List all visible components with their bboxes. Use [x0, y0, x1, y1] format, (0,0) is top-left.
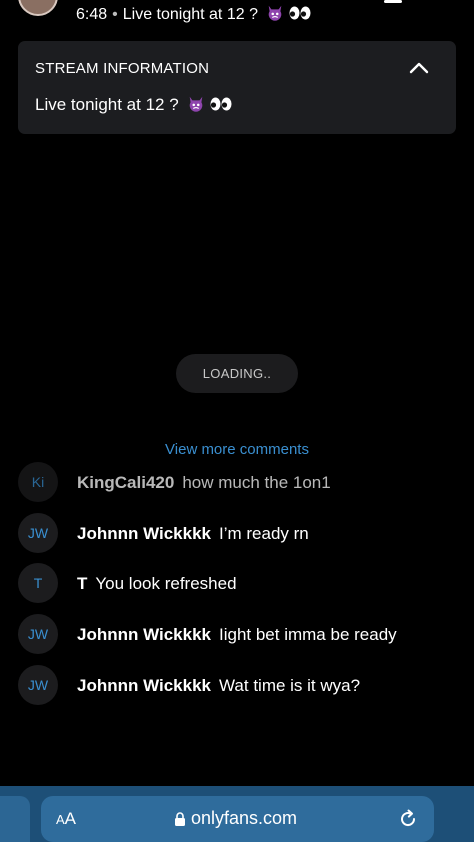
url-text[interactable]: onlyfans.com	[191, 808, 297, 829]
devil-emoji-icon	[190, 96, 203, 112]
comment-text: Wat time is it wya?	[219, 676, 361, 695]
commenter-avatar[interactable]: JW	[18, 665, 58, 705]
header-stream-title: Live tonight at 12 ?	[122, 6, 258, 23]
lock-icon	[175, 812, 185, 826]
live-stream-page: 6:48 • Live tonight at 12 ? STREAM INFORMA…	[0, 0, 474, 842]
eyes-emoji-icon	[289, 6, 311, 20]
commenter-name[interactable]: Johnnn Wickkkk	[77, 524, 211, 543]
address-bar[interactable]: AA onlyfans.com	[41, 796, 434, 842]
comment-item: Ki KingCali420 how much the 1on1	[18, 462, 458, 502]
stream-header: 6:48 • Live tonight at 12 ?	[0, 0, 474, 34]
header-line: 6:48 • Live tonight at 12 ?	[76, 4, 311, 24]
previous-tab-edge[interactable]	[0, 796, 30, 842]
comment-line: Johnnn Wickkkk I’m ready rn	[77, 524, 309, 544]
comment-line: T You look refreshed	[77, 574, 237, 594]
menu-icon[interactable]	[384, 0, 402, 3]
browser-toolbar: AA onlyfans.com	[0, 786, 474, 842]
stream-information-title: STREAM INFORMATION	[35, 60, 210, 77]
comment-item: JW Johnnn Wickkkk Wat time is it wya?	[18, 665, 458, 705]
comment-line: KingCali420 how much the 1on1	[77, 473, 331, 493]
comment-text: I’m ready rn	[219, 524, 309, 543]
comment-item: JW Johnnn Wickkkk I’m ready rn	[18, 513, 458, 553]
comment-line: Johnnn Wickkkk Wat time is it wya?	[77, 676, 360, 696]
eyes-emoji-icon	[210, 97, 232, 111]
commenter-avatar[interactable]: Ki	[18, 462, 58, 502]
commenter-avatar[interactable]: JW	[18, 614, 58, 654]
header-time: 6:48	[76, 6, 108, 23]
stream-information-card: STREAM INFORMATION Live tonight at 12 ?	[18, 41, 456, 134]
reload-icon[interactable]	[398, 809, 418, 829]
comment-text: how much the 1on1	[182, 473, 331, 492]
loading-indicator: LOADING..	[176, 354, 298, 393]
view-more-comments-link[interactable]: View more comments	[0, 441, 474, 458]
commenter-avatar[interactable]: JW	[18, 513, 58, 553]
commenter-name[interactable]: T	[77, 574, 87, 593]
comment-text: You look refreshed	[95, 574, 237, 593]
commenter-avatar[interactable]: T	[18, 563, 58, 603]
commenter-name[interactable]: Johnnn Wickkkk	[77, 676, 211, 695]
text-size-button[interactable]: AA	[56, 809, 76, 829]
stream-description: Live tonight at 12 ?	[35, 95, 179, 114]
commenter-name[interactable]: KingCali420	[77, 473, 174, 492]
creator-avatar[interactable]	[18, 0, 58, 16]
stream-information-text: Live tonight at 12 ?	[35, 95, 232, 115]
chevron-up-icon[interactable]	[408, 59, 430, 75]
commenter-name[interactable]: Johnnn Wickkkk	[77, 625, 211, 644]
comment-line: Johnnn Wickkkk Iight bet imma be ready	[77, 625, 397, 645]
devil-emoji-icon	[269, 5, 282, 21]
comment-item: T T You look refreshed	[18, 563, 458, 603]
comment-text: Iight bet imma be ready	[219, 625, 397, 644]
comment-item: JW Johnnn Wickkkk Iight bet imma be ready	[18, 614, 458, 654]
header-separator: •	[112, 6, 118, 23]
